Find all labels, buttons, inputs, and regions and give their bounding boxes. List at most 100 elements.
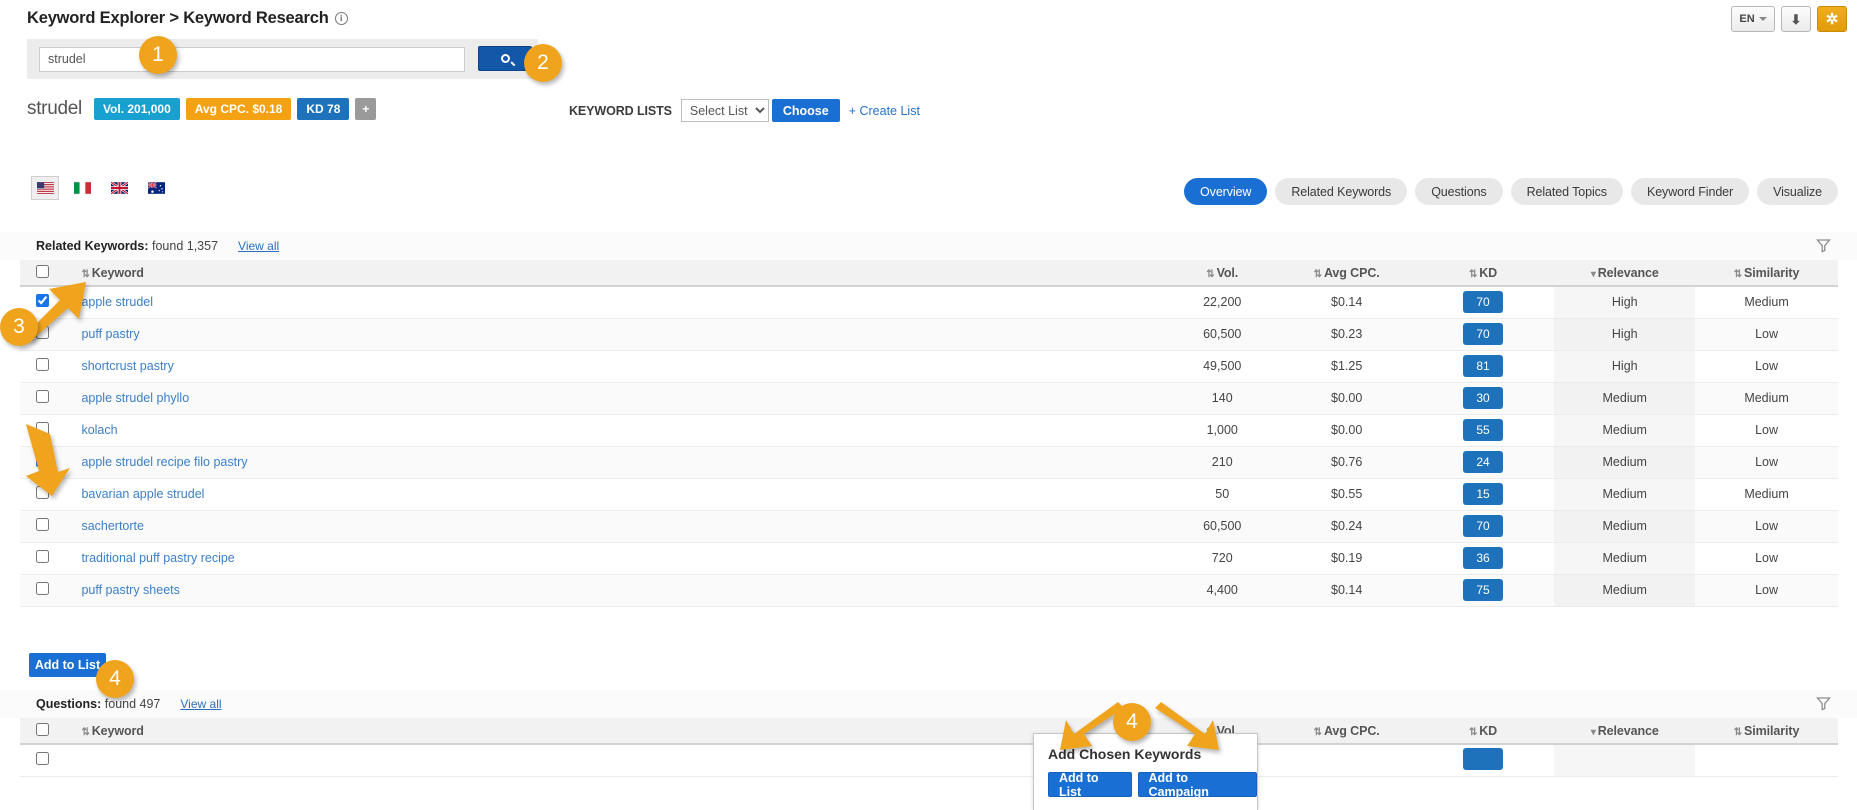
row-checkbox[interactable] <box>36 550 49 563</box>
q-col-kd[interactable]: ⇅KD <box>1412 718 1555 744</box>
flag-it-icon <box>74 182 91 194</box>
related-view-all-link[interactable]: View all <box>238 239 279 253</box>
table-row[interactable]: puff pastry60,500$0.2370HighLow <box>20 318 1838 350</box>
row-checkbox[interactable] <box>36 518 49 531</box>
table-row[interactable]: shortcrust pastry49,500$1.2581HighLow <box>20 350 1838 382</box>
table-row[interactable]: sachertorte60,500$0.2470MediumLow <box>20 510 1838 542</box>
flag-uk-icon <box>111 182 128 194</box>
table-row[interactable] <box>20 744 1838 776</box>
row-checkbox[interactable] <box>36 752 49 765</box>
kd-badge: 70 <box>1463 323 1503 345</box>
locale-flag-it[interactable] <box>68 176 96 200</box>
create-list-link[interactable]: + Create List <box>849 104 920 118</box>
row-keyword-link[interactable]: shortcrust pastry <box>81 359 173 373</box>
table-row[interactable]: kolach1,000$0.0055MediumLow <box>20 414 1838 446</box>
view-tabs: Overview Related Keywords Questions Rela… <box>1184 178 1838 205</box>
kd-badge: 70 <box>1463 291 1503 313</box>
col-cpc[interactable]: ⇅Avg CPC. <box>1282 260 1412 286</box>
row-checkbox-cell <box>20 510 65 542</box>
col-similarity[interactable]: ⇅Similarity <box>1695 260 1838 286</box>
info-icon[interactable]: i <box>335 12 348 25</box>
select-all-checkbox[interactable] <box>36 265 49 278</box>
keyword-list-select[interactable]: Select List <box>681 99 769 122</box>
row-volume: 50 <box>1163 478 1282 510</box>
row-checkbox-cell <box>20 382 65 414</box>
q-col-relevance[interactable]: ▾Relevance <box>1554 718 1695 744</box>
row-keyword-link[interactable]: bavarian apple strudel <box>81 487 204 501</box>
row-similarity: Low <box>1695 542 1838 574</box>
row-kd-cell: 55 <box>1412 414 1555 446</box>
tab-related-topics[interactable]: Related Topics <box>1511 178 1623 205</box>
row-checkbox-cell <box>20 350 65 382</box>
locale-flag-us[interactable] <box>31 176 59 200</box>
col-keyword[interactable]: ⇅Keyword <box>65 260 1162 286</box>
related-keywords-table: ⇅Keyword ⇅Vol. ⇅Avg CPC. ⇅KD ▾Relevance … <box>20 260 1838 607</box>
settings-button[interactable]: ✲ <box>1817 6 1847 32</box>
q-col-cpc[interactable]: ⇅Avg CPC. <box>1282 718 1412 744</box>
row-checkbox[interactable] <box>36 582 49 595</box>
related-keywords-section-header: Related Keywords: found 1,357 View all <box>0 232 1857 260</box>
row-keyword-cell: apple strudel recipe filo pastry <box>65 446 1162 478</box>
search-input[interactable] <box>39 47 465 72</box>
row-checkbox-cell <box>20 574 65 606</box>
questions-filter-icon[interactable] <box>1816 696 1831 714</box>
popup-add-to-list-button[interactable]: Add to List <box>1048 772 1132 797</box>
col-kd[interactable]: ⇅KD <box>1412 260 1555 286</box>
row-cpc: $0.14 <box>1282 574 1412 606</box>
language-selector[interactable]: EN <box>1731 6 1775 32</box>
annotation-badge-2: 2 <box>524 44 562 82</box>
popup-add-to-campaign-button[interactable]: Add to Campaign <box>1138 772 1258 797</box>
row-keyword-link[interactable]: apple strudel <box>81 295 153 309</box>
row-checkbox[interactable] <box>36 390 49 403</box>
table-row[interactable]: puff pastry sheets4,400$0.1475MediumLow <box>20 574 1838 606</box>
kd-badge: 70 <box>1463 515 1503 537</box>
row-similarity: Low <box>1695 510 1838 542</box>
tab-related-keywords[interactable]: Related Keywords <box>1275 178 1407 205</box>
col-relevance[interactable]: ▾Relevance <box>1554 260 1695 286</box>
table-row[interactable]: apple strudel phyllo140$0.0030MediumMedi… <box>20 382 1838 414</box>
row-relevance: Medium <box>1554 478 1695 510</box>
questions-select-all-checkbox[interactable] <box>36 723 49 736</box>
questions-view-all-link[interactable]: View all <box>180 697 221 711</box>
row-keyword-link[interactable]: apple strudel phyllo <box>81 391 189 405</box>
download-button[interactable]: ⬇ <box>1781 6 1811 32</box>
choose-button[interactable]: Choose <box>772 99 840 122</box>
row-cpc: $0.76 <box>1282 446 1412 478</box>
add-metric-button[interactable]: + <box>355 98 376 120</box>
table-row[interactable]: apple strudel22,200$0.1470HighMedium <box>20 286 1838 318</box>
q-col-keyword[interactable]: ⇅Keyword <box>65 718 1162 744</box>
row-relevance: High <box>1554 350 1695 382</box>
row-cpc: $0.14 <box>1282 286 1412 318</box>
col-vol[interactable]: ⇅Vol. <box>1163 260 1282 286</box>
row-keyword-cell: kolach <box>65 414 1162 446</box>
row-cpc <box>1282 744 1412 776</box>
summary-keyword: strudel <box>27 98 82 120</box>
top-bar-controls: EN ⬇ ✲ <box>1731 6 1847 32</box>
table-row[interactable]: apple strudel recipe filo pastry 210$0.76… <box>20 446 1838 478</box>
row-volume: 210 <box>1163 446 1282 478</box>
tab-visualize[interactable]: Visualize <box>1757 178 1838 205</box>
row-keyword-cell: puff pastry sheets <box>65 574 1162 606</box>
row-keyword[interactable] <box>65 744 1162 776</box>
row-keyword-link[interactable]: apple strudel recipe filo pastry <box>81 455 247 469</box>
row-similarity: Low <box>1695 446 1838 478</box>
row-keyword-link[interactable]: puff pastry sheets <box>81 583 179 597</box>
row-keyword-cell: apple strudel <box>65 286 1162 318</box>
row-keyword-cell: bavarian apple strudel <box>65 478 1162 510</box>
flag-au-icon <box>148 182 165 194</box>
q-col-similarity[interactable]: ⇅Similarity <box>1695 718 1838 744</box>
table-row[interactable]: traditional puff pastry recipe720$0.1936… <box>20 542 1838 574</box>
locale-flags <box>31 176 170 200</box>
add-to-list-button[interactable]: Add to List <box>29 653 106 677</box>
locale-flag-au[interactable] <box>142 176 170 200</box>
row-checkbox[interactable] <box>36 358 49 371</box>
table-row[interactable]: bavarian apple strudel50$0.5515MediumMed… <box>20 478 1838 510</box>
tab-overview[interactable]: Overview <box>1184 178 1267 205</box>
locale-flag-uk[interactable] <box>105 176 133 200</box>
row-keyword-link[interactable]: traditional puff pastry recipe <box>81 551 234 565</box>
row-keyword-link[interactable]: kolach <box>81 423 117 437</box>
tab-keyword-finder[interactable]: Keyword Finder <box>1631 178 1749 205</box>
tab-questions[interactable]: Questions <box>1415 178 1502 205</box>
row-keyword-link[interactable]: sachertorte <box>81 519 144 533</box>
related-filter-icon[interactable] <box>1816 238 1831 256</box>
